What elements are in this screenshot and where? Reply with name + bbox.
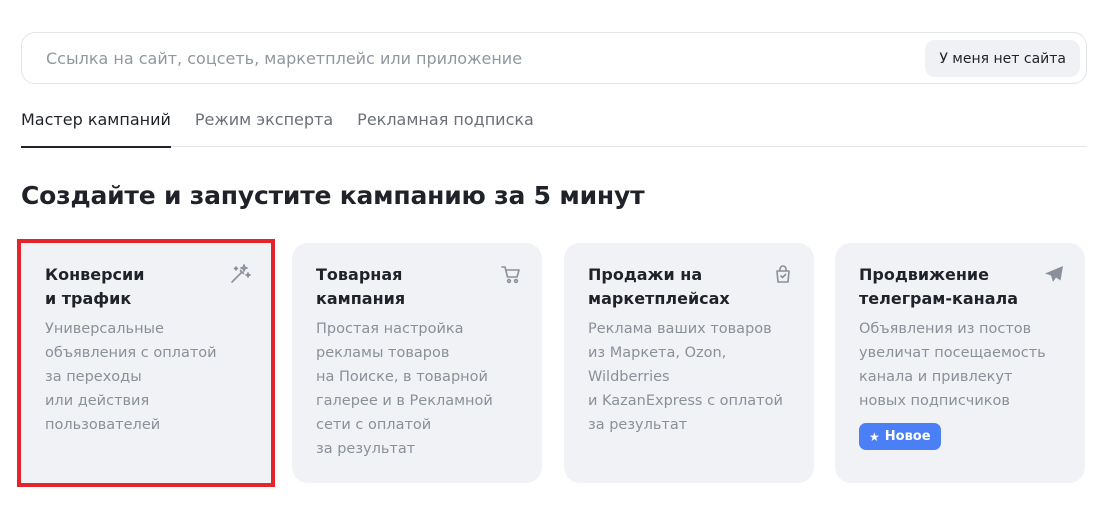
tabs: Мастер кампаний Режим эксперта Рекламная…: [21, 100, 1087, 148]
card-description: Универсальные объявления с оплатой за пе…: [45, 321, 217, 433]
card-description: Реклама ваших товаров из Маркета, Ozon, …: [588, 321, 783, 433]
card-telegram-promotion[interactable]: Продвижение телеграм-канала Объявления и…: [835, 243, 1085, 483]
page: У меня нет сайта Мастер кампаний Режим э…: [0, 0, 1112, 525]
card-conversions-traffic[interactable]: Конверсии и трафик Универсальные объявле…: [17, 239, 275, 487]
badge-label: Новое: [884, 429, 931, 444]
tab-campaign-master[interactable]: Мастер кампаний: [21, 100, 171, 148]
card-title: Продажи на маркетплейсах: [588, 265, 730, 308]
tab-expert-mode[interactable]: Режим эксперта: [195, 100, 333, 147]
cart-icon: [500, 263, 522, 285]
shopping-bag-icon: [772, 263, 794, 285]
star-icon: ★: [869, 429, 880, 444]
magic-wand-icon: [229, 263, 251, 285]
page-title: Создайте и запустите кампанию за 5 минут: [21, 181, 645, 210]
paper-plane-icon: [1043, 263, 1065, 285]
url-bar[interactable]: У меня нет сайта: [21, 32, 1087, 84]
card-description: Объявления из постов увеличат посещаемос…: [859, 321, 1046, 409]
card-marketplace-sales[interactable]: Продажи на маркетплейсах Реклама ваших т…: [564, 243, 814, 483]
card-product-campaign[interactable]: Товарная кампания Простая настройка рекл…: [292, 243, 542, 483]
card-title: Конверсии и трафик: [45, 265, 145, 308]
card-title: Товарная кампания: [316, 265, 406, 308]
card-title: Продвижение телеграм-канала: [859, 265, 1019, 308]
no-site-button[interactable]: У меня нет сайта: [925, 40, 1080, 77]
card-description: Простая настройка рекламы товаров на Пои…: [316, 321, 493, 457]
tab-ad-subscription[interactable]: Рекламная подписка: [357, 100, 534, 147]
new-badge: ★ Новое: [859, 423, 941, 450]
